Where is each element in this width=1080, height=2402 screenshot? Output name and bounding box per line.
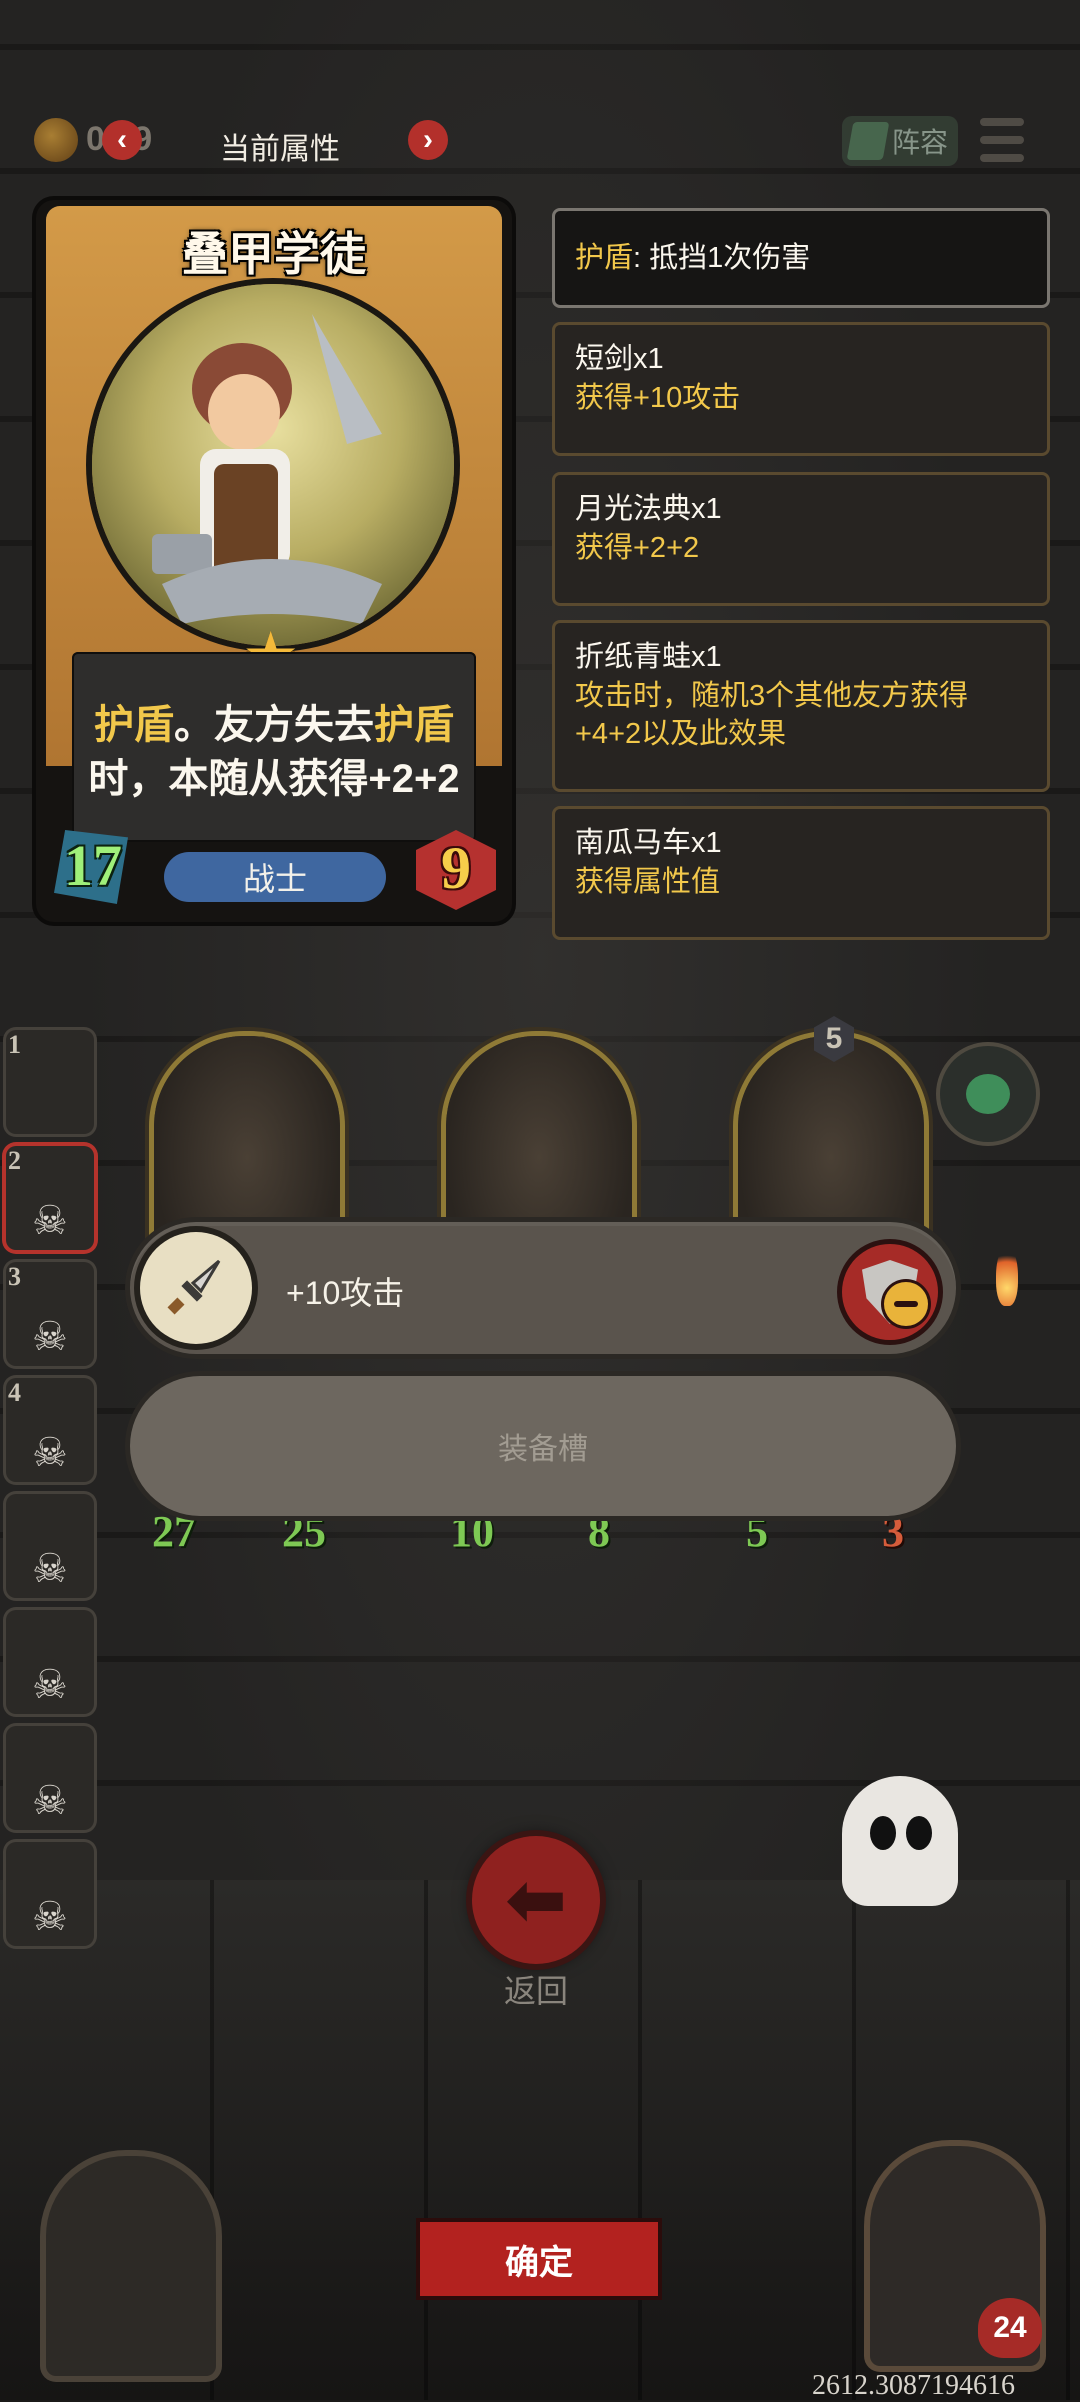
equip-title: 短剑x1 <box>575 343 664 375</box>
equip-effect: 获得+2+2 <box>575 532 700 564</box>
side-item-1[interactable]: 1 <box>6 1030 94 1134</box>
side-item-3[interactable]: 3 ☠ <box>6 1262 94 1366</box>
coordinates-readout: 2612.3087194616 <box>812 2370 1015 2401</box>
card-icon <box>846 122 890 160</box>
arrow-left-icon: ⬅ <box>504 1858 567 1941</box>
blacksmith-apprentice-illustration <box>152 314 382 624</box>
menu-icon[interactable] <box>980 118 1024 162</box>
frog-gem-icon[interactable] <box>940 1046 1036 1142</box>
skull-icon: ☠ <box>32 1663 68 1707</box>
equip-effect: +4+2以及此效果 <box>575 718 787 750</box>
equip-panel-paper-frog: 折纸青蛙x1 攻击时，随机3个其他友方获得 +4+2以及此效果 <box>552 620 1050 792</box>
equip-title: 南瓜马车x1 <box>575 827 722 859</box>
equip-panel-pumpkin-carriage: 南瓜马车x1 获得属性值 <box>552 806 1050 940</box>
side-item-5[interactable]: ☠ <box>6 1494 94 1598</box>
equip-title: 月光法典x1 <box>575 493 722 525</box>
player-portrait-left <box>46 2156 216 2376</box>
skull-icon: ☠ <box>32 1431 68 1475</box>
skull-icon: ☠ <box>32 1315 68 1359</box>
top-bar: 0 19 ‹ 当前属性 › 阵容 <box>0 110 1080 172</box>
equipped-item-bar[interactable] <box>130 1222 956 1354</box>
side-item-6[interactable]: ☠ <box>6 1610 94 1714</box>
equip-effect: 攻击时，随机3个其他友方获得 <box>575 680 969 712</box>
page-title: 当前属性 <box>220 133 340 166</box>
skull-icon: ☠ <box>32 1895 68 1939</box>
card-name: 叠甲学徒 <box>182 228 366 280</box>
equip-effect: 获得属性值 <box>575 866 721 898</box>
coin-icon <box>34 118 78 162</box>
dagger-icon <box>140 1232 252 1344</box>
lineup-button[interactable]: 阵容 <box>842 116 958 166</box>
equipment-slot[interactable]: 装备槽 <box>130 1376 956 1516</box>
keyword-desc: : 抵挡1次伤害 <box>633 242 811 274</box>
torch-icon <box>996 1246 1018 1306</box>
prev-button[interactable]: ‹ <box>102 120 142 160</box>
side-item-number: 2 <box>8 1146 21 1175</box>
skull-icon: ☠ <box>32 1779 68 1823</box>
equip-panel-moonlight-tome: 月光法典x1 获得+2+2 <box>552 472 1050 606</box>
class-label: 战士 <box>164 852 386 902</box>
keyword-shield: 护盾 <box>575 242 634 274</box>
equip-panel-short-sword: 短剑x1 获得+10攻击 <box>552 322 1050 456</box>
skull-icon: ☠ <box>32 1547 68 1591</box>
confirm-button[interactable]: 确定 <box>420 2222 658 2296</box>
side-item-4[interactable]: 4 ☠ <box>6 1378 94 1482</box>
card-description: 护盾。友方失去护盾 时，本随从获得+2+2 <box>88 703 460 801</box>
health-value: 9 <box>441 835 471 901</box>
character-portrait <box>92 284 454 646</box>
attack-value: 17 <box>64 833 122 898</box>
next-button[interactable]: › <box>408 120 448 160</box>
portrait-health: 24 <box>978 2298 1042 2358</box>
lineup-label: 阵容 <box>891 127 948 158</box>
equipped-item-effect: +10攻击 <box>286 1275 405 1311</box>
side-item-number: 1 <box>8 1030 21 1059</box>
keyword-panel-shield: 护盾: 抵挡1次伤害 <box>552 208 1050 308</box>
side-item-number: 3 <box>8 1262 21 1291</box>
side-item-number: 4 <box>8 1378 21 1407</box>
equip-effect: 获得+10攻击 <box>575 382 741 414</box>
back-button[interactable]: ⬅ <box>472 1836 600 1964</box>
side-item-2[interactable]: 2 ☠ <box>6 1146 94 1250</box>
equip-title: 折纸青蛙x1 <box>575 641 722 673</box>
ghost-mascot[interactable] <box>842 1776 958 1906</box>
back-label: 返回 <box>503 1973 568 2009</box>
minus-icon <box>884 1282 928 1326</box>
side-item-7[interactable]: ☠ <box>6 1726 94 1830</box>
side-item-8[interactable]: ☠ <box>6 1842 94 1946</box>
skull-icon: ☠ <box>32 1199 68 1243</box>
character-card: 叠甲学徒 ★ 护盾。友方失去护盾 时，本随从获得+2+2 17 战士 9 <box>36 200 512 922</box>
